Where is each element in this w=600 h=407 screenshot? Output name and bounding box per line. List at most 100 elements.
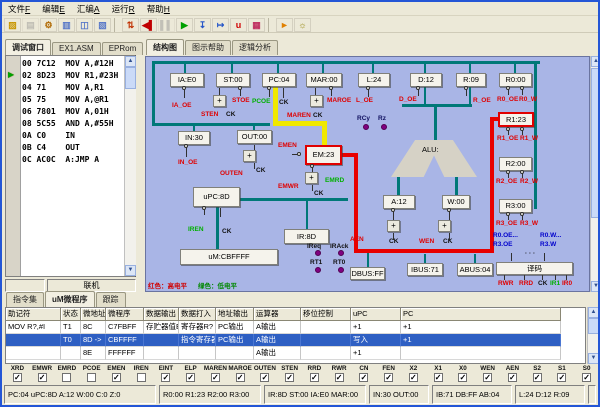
print-icon[interactable]: ▧ [94,18,111,32]
register-box-uM[interactable]: uM:CBFFFF [180,249,278,265]
step-over-icon[interactable]: ↦ [212,18,229,32]
table-row[interactable]: 8EFFFFFFA输出+1 [6,347,585,360]
tab-指令集[interactable]: 指令集 [6,292,44,307]
code-line[interactable]: 0A C0 IN [22,130,123,142]
menu-item-a[interactable]: 汇编A [71,3,106,15]
open-file-icon[interactable]: ▨ [4,18,21,32]
column-header[interactable]: 数据打入 [179,308,216,321]
scroll-down-icon[interactable]: ▼ [591,281,600,292]
register-box-PC[interactable]: PC:04 [262,73,296,87]
register-box-IN[interactable]: IN:30 [178,131,210,145]
table-row[interactable]: MOV R?,#IT18CC7FBFF存贮器值EM寄存器R?PC输出A输出+1+… [6,321,585,334]
scroll-up-icon[interactable]: ▲ [125,56,136,67]
to-begin-icon[interactable]: ◀▌ [140,18,157,32]
column-header[interactable]: PC [401,308,561,321]
column-header[interactable]: 助记符 [6,308,61,321]
menu-item-r[interactable]: 运行R [106,3,141,15]
register-box-译码[interactable]: 译码 [496,262,573,275]
signal-checkbox-XRD[interactable]: ✓ [13,373,22,382]
register-box-R0[interactable]: R0:00 [499,73,532,87]
code-line[interactable]: 0B C4 OUT [22,142,123,154]
register-box-ABUS[interactable]: ABUS:04 [457,263,493,276]
register-box-ST[interactable]: ST:00 [216,73,250,87]
register-box-IA[interactable]: IA:E0 [170,73,204,87]
signal-checkbox-X0[interactable]: ✓ [458,373,467,382]
code-line[interactable]: 06 7801 MOV A,01H [22,106,123,118]
scroll-up-icon[interactable]: ▲ [588,307,599,318]
code-scrollbar[interactable]: ▲ ▼ [124,56,136,276]
signal-checkbox-RWR[interactable]: ✓ [335,373,344,382]
scroll-up-icon[interactable]: ▲ [591,56,600,67]
register-box-DBUS[interactable]: DBUS:FF [350,267,385,280]
signal-checkbox-MAROE[interactable]: ✓ [236,373,245,382]
register-box-R2[interactable]: R2:00 [499,157,532,171]
menu-item-f[interactable]: 文件F [2,3,36,15]
signal-checkbox-OUTEN[interactable]: ✓ [260,373,269,382]
column-header[interactable]: 数据输出 [144,308,179,321]
micro-step-icon[interactable]: u [230,18,247,32]
register-box-IBUS[interactable]: IBUS:71 [407,263,443,276]
reset-icon[interactable]: ⇅ [122,18,139,32]
register-box-R1[interactable]: R1:23 [498,112,534,127]
menu-item-e[interactable]: 编辑E [36,3,71,15]
tab-uM微程序[interactable]: uM微程序 [45,291,95,307]
column-header[interactable]: 地址输出 [216,308,254,321]
tab-逻辑分析[interactable]: 逻辑分析 [232,40,278,55]
register-box-OUT[interactable]: OUT:00 [237,130,272,144]
column-header[interactable]: 微程序 [106,308,144,321]
table-scrollbar[interactable]: ▲ ▼ [587,307,599,364]
column-header[interactable]: 状态 [61,308,81,321]
signal-checkbox-STEN[interactable]: ✓ [285,373,294,382]
compile-icon[interactable]: ⚙ [40,18,57,32]
register-box-uPC[interactable]: uPC:8D [193,187,240,207]
signal-checkbox-EINT[interactable]: ✓ [161,373,170,382]
column-header[interactable]: 移位控制 [301,308,351,321]
signal-checkbox-WEN[interactable]: ✓ [483,373,492,382]
register-box-L[interactable]: L:24 [358,73,390,87]
code-line[interactable]: 04 71 MOV A,R1 [22,82,123,94]
signal-checkbox-S1[interactable]: ✓ [557,373,566,382]
copy-icon[interactable]: ▥ [58,18,75,32]
tab-跟踪[interactable]: 跟踪 [96,292,126,307]
code-line[interactable]: 08 5C55 AND A,#55H [22,118,123,130]
scroll-down-icon[interactable]: ▼ [125,265,136,276]
scroll-thumb[interactable] [588,318,599,334]
scroll-down-icon[interactable]: ▼ [588,353,599,364]
menu-item-h[interactable]: 帮助H [141,3,176,15]
signal-checkbox-S2[interactable]: ✓ [533,373,542,382]
register-box-A[interactable]: A:12 [383,195,415,209]
signal-checkbox-S0[interactable]: ✓ [582,373,591,382]
tab-EX1.ASM[interactable]: EX1.ASM [52,42,101,55]
table-row[interactable]: T08D ->CBFFFF指令寄存器IPC输出A输出写入+1 [6,334,585,347]
step-into-icon[interactable]: ↧ [194,18,211,32]
register-box-R[interactable]: R:09 [456,73,486,87]
view-icon[interactable]: ◫ [76,18,93,32]
tab-EPRom[interactable]: EPRom [102,42,144,55]
signal-checkbox-IREN[interactable] [137,373,146,382]
signal-checkbox-ELP[interactable]: ✓ [186,373,195,382]
debug-lamp-icon[interactable]: ☼ [294,18,311,32]
code-line[interactable]: 0C AC0C A:JMP A [22,154,123,166]
register-box-W[interactable]: W:00 [442,195,470,209]
signal-checkbox-X1[interactable]: ✓ [434,373,443,382]
register-box-R3[interactable]: R3:00 [499,199,532,213]
signal-checkbox-EMEN[interactable]: ✓ [112,373,121,382]
signal-checkbox-MAREN[interactable]: ✓ [211,373,220,382]
column-header[interactable]: 运算器 [254,308,301,321]
signal-checkbox-EMRD[interactable] [62,373,71,382]
signal-checkbox-RRD[interactable]: ✓ [310,373,319,382]
register-box-D[interactable]: D:12 [410,73,442,87]
code-line[interactable]: 05 75 MOV A,@R1 [22,94,123,106]
signal-checkbox-AEN[interactable]: ✓ [508,373,517,382]
scroll-thumb[interactable] [591,68,600,218]
code-listing[interactable]: 00 7C12 MOV A,#12H02 8D23 MOV R1,#23H04 … [22,58,123,166]
logic-analyzer-icon[interactable]: ▦ [248,18,265,32]
diagram-scrollbar[interactable]: ▲ ▼ [590,56,600,292]
signal-checkbox-PCOE[interactable] [87,373,96,382]
run-icon[interactable]: ▶ [176,18,193,32]
signal-checkbox-FEN[interactable]: ✓ [384,373,393,382]
help-arrow-icon[interactable]: ► [276,18,293,32]
register-box-EM[interactable]: EM:23 [305,145,342,165]
code-line[interactable]: 02 8D23 MOV R1,#23H [22,70,123,82]
register-box-MAR[interactable]: MAR:00 [306,73,342,87]
